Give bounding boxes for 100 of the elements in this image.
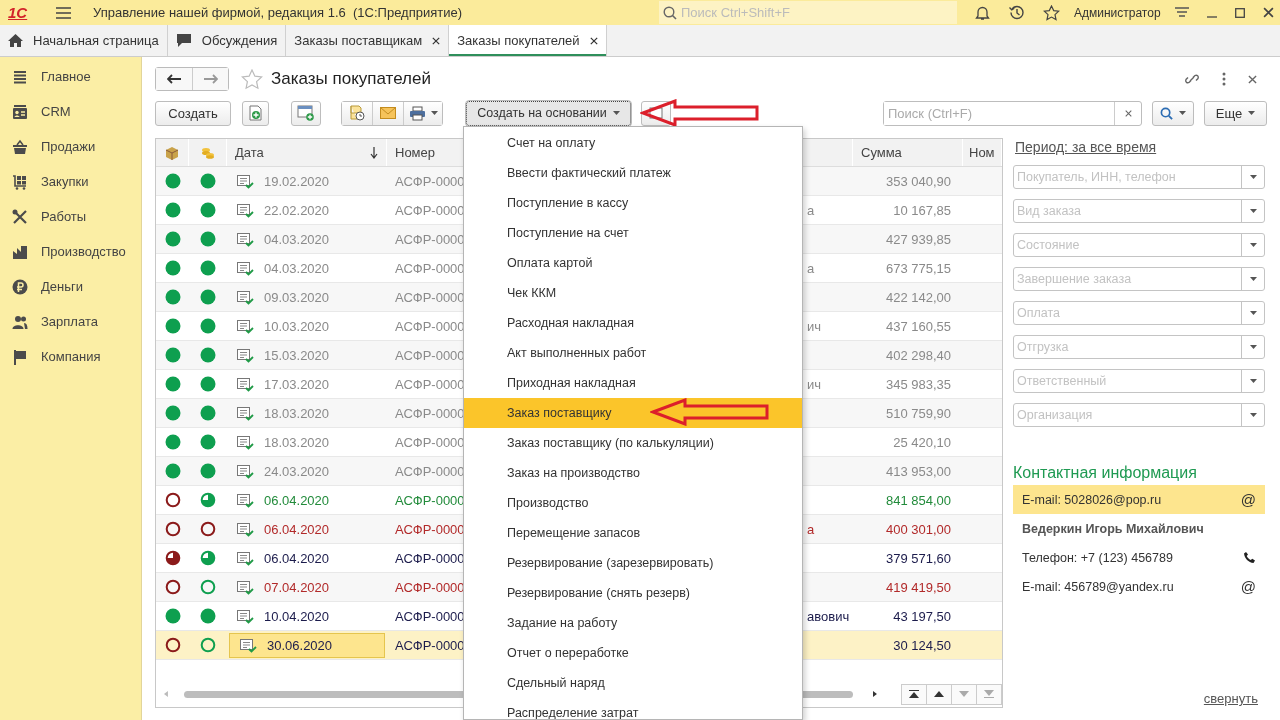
document-check-icon: [237, 347, 254, 363]
sidebar-item[interactable]: Деньги: [0, 269, 141, 304]
contact-row[interactable]: E-mail: 5028026@pop.ru @: [1013, 485, 1265, 514]
menu-item[interactable]: Заказ на производство: [464, 458, 802, 488]
filter-box[interactable]: Завершение заказа: [1013, 267, 1265, 291]
sidebar-item[interactable]: Работы: [0, 199, 141, 234]
date-cell: 04.03.2020: [264, 260, 330, 276]
menu-item[interactable]: Резервирование (зарезервировать): [464, 548, 802, 578]
date-cell: 24.03.2020: [264, 463, 330, 479]
more-button[interactable]: Еще: [1204, 100, 1267, 126]
close-icon[interactable]: [432, 36, 441, 45]
first-page-button[interactable]: [902, 684, 927, 704]
menu-item[interactable]: Поступление в кассу: [464, 188, 802, 218]
sidebar-item[interactable]: Зарплата: [0, 304, 141, 339]
column-header[interactable]: Сумма: [853, 139, 963, 166]
scroll-right-icon[interactable]: [873, 691, 877, 697]
menu-item[interactable]: Сдельный наряд: [464, 668, 802, 698]
tab[interactable]: Начальная страница: [0, 25, 168, 56]
filter-box[interactable]: Вид заказа: [1013, 199, 1265, 223]
period-link[interactable]: Период: за все время: [1015, 139, 1157, 155]
menu-item[interactable]: Заказ поставщику (по калькуляции): [464, 428, 802, 458]
menu-item[interactable]: Счет на оплату: [464, 128, 802, 158]
filter-field[interactable]: Состояние: [1014, 234, 1241, 256]
sum-cell: 841 854,00: [885, 492, 951, 508]
envelope-icon: [380, 107, 396, 119]
maximize-icon[interactable]: [1234, 7, 1245, 18]
search-button[interactable]: [1152, 100, 1194, 126]
sidebar-item[interactable]: Закупки: [0, 164, 141, 199]
number-cell: АСФР-0000: [395, 260, 465, 276]
create-based-on-button[interactable]: Создать на основании: [466, 100, 631, 126]
column-header[interactable]: Ном: [963, 139, 1002, 166]
add-button[interactable]: [291, 100, 321, 126]
history-icon[interactable]: [1008, 4, 1025, 21]
menu-item[interactable]: Перемещение запасов: [464, 518, 802, 548]
date-cell: 17.03.2020: [264, 376, 330, 392]
menu-item[interactable]: Резервирование (снять резерв): [464, 578, 802, 608]
menu-icon[interactable]: [56, 6, 71, 19]
date-cell: 04.03.2020: [264, 231, 330, 247]
filter-field[interactable]: Ответственный: [1014, 370, 1241, 392]
collapse-link[interactable]: свернуть: [1203, 691, 1258, 706]
menu-item[interactable]: Распределение затрат: [464, 698, 802, 719]
coins-icon: [200, 146, 215, 159]
filter-box[interactable]: Покупатель, ИНН, телефон: [1013, 165, 1265, 189]
menu-icon[interactable]: [1174, 6, 1189, 19]
number-cell: АСФР-0000: [395, 492, 465, 508]
document-clock-button[interactable]: [342, 101, 373, 125]
contact-row[interactable]: E-mail: 456789@yandex.ru @: [1013, 572, 1265, 601]
more-icon[interactable]: [1222, 72, 1226, 86]
menu-item[interactable]: Ввести фактический платеж: [464, 158, 802, 188]
search-box[interactable]: Поиск (Ctrl+F): [883, 100, 1142, 126]
menu-item[interactable]: Чек ККМ: [464, 278, 802, 308]
filter-field[interactable]: Покупатель, ИНН, телефон: [1014, 166, 1241, 188]
filter-box[interactable]: Организация: [1013, 403, 1265, 427]
filter-field[interactable]: Оплата: [1014, 302, 1241, 324]
clear-icon[interactable]: [1124, 109, 1132, 117]
menu-item[interactable]: Производство: [464, 488, 802, 518]
contact-row[interactable]: Телефон: +7 (123) 456789: [1013, 543, 1265, 572]
menu-item[interactable]: Поступление на счет: [464, 218, 802, 248]
filter-field[interactable]: Отгрузка: [1014, 336, 1241, 358]
sidebar-item[interactable]: Компания: [0, 339, 141, 374]
date-cell: 22.02.2020: [264, 202, 330, 218]
filter-box[interactable]: Состояние: [1013, 233, 1265, 257]
menu-item[interactable]: Отчет о переработке: [464, 638, 802, 668]
star-icon[interactable]: [1043, 4, 1060, 21]
menu-item[interactable]: Приходная накладная: [464, 368, 802, 398]
print-button[interactable]: [404, 101, 442, 125]
sidebar-item[interactable]: Продажи: [0, 129, 141, 164]
filter-box[interactable]: Отгрузка: [1013, 335, 1265, 359]
filter-field[interactable]: Вид заказа: [1014, 200, 1241, 222]
user-name[interactable]: Администратор: [1074, 5, 1161, 20]
menu-item[interactable]: Расходная накладная: [464, 308, 802, 338]
close-icon[interactable]: [1248, 74, 1257, 84]
menu-item[interactable]: Задание на работу: [464, 608, 802, 638]
filter-box[interactable]: Оплата: [1013, 301, 1265, 325]
menu-item[interactable]: Акт выполненных работ: [464, 338, 802, 368]
caret-icon: [430, 111, 438, 115]
filter-field[interactable]: Завершение заказа: [1014, 268, 1241, 290]
sum-cell: 673 775,15: [885, 260, 951, 276]
sidebar-item[interactable]: Производство: [0, 234, 141, 269]
email-button[interactable]: [373, 101, 404, 125]
bell-icon[interactable]: [975, 4, 990, 21]
create-button[interactable]: Создать: [155, 100, 231, 126]
sidebar-item[interactable]: Главное: [0, 59, 141, 94]
tab[interactable]: Заказы покупателей: [449, 25, 607, 56]
menu-item[interactable]: Заказ поставщику: [464, 398, 802, 428]
close-icon[interactable]: [1262, 7, 1274, 18]
sidebar-item[interactable]: CRM: [0, 94, 141, 129]
tab[interactable]: Обсуждения: [167, 25, 287, 56]
filter-field[interactable]: Организация: [1014, 404, 1241, 426]
filter-box[interactable]: Ответственный: [1013, 369, 1265, 393]
menu-item[interactable]: Оплата картой: [464, 248, 802, 278]
down-icon: [959, 691, 969, 697]
contact-row[interactable]: Ведеркин Игорь Михайлович: [1013, 514, 1265, 543]
copy-button[interactable]: [242, 100, 269, 126]
star-icon[interactable]: [241, 68, 263, 90]
close-icon[interactable]: [589, 36, 598, 45]
back-button[interactable]: [156, 68, 192, 90]
page-up-button[interactable]: [927, 684, 952, 704]
number-cell: АСФР-0000: [395, 202, 465, 218]
column-header[interactable]: Дата: [227, 139, 387, 166]
